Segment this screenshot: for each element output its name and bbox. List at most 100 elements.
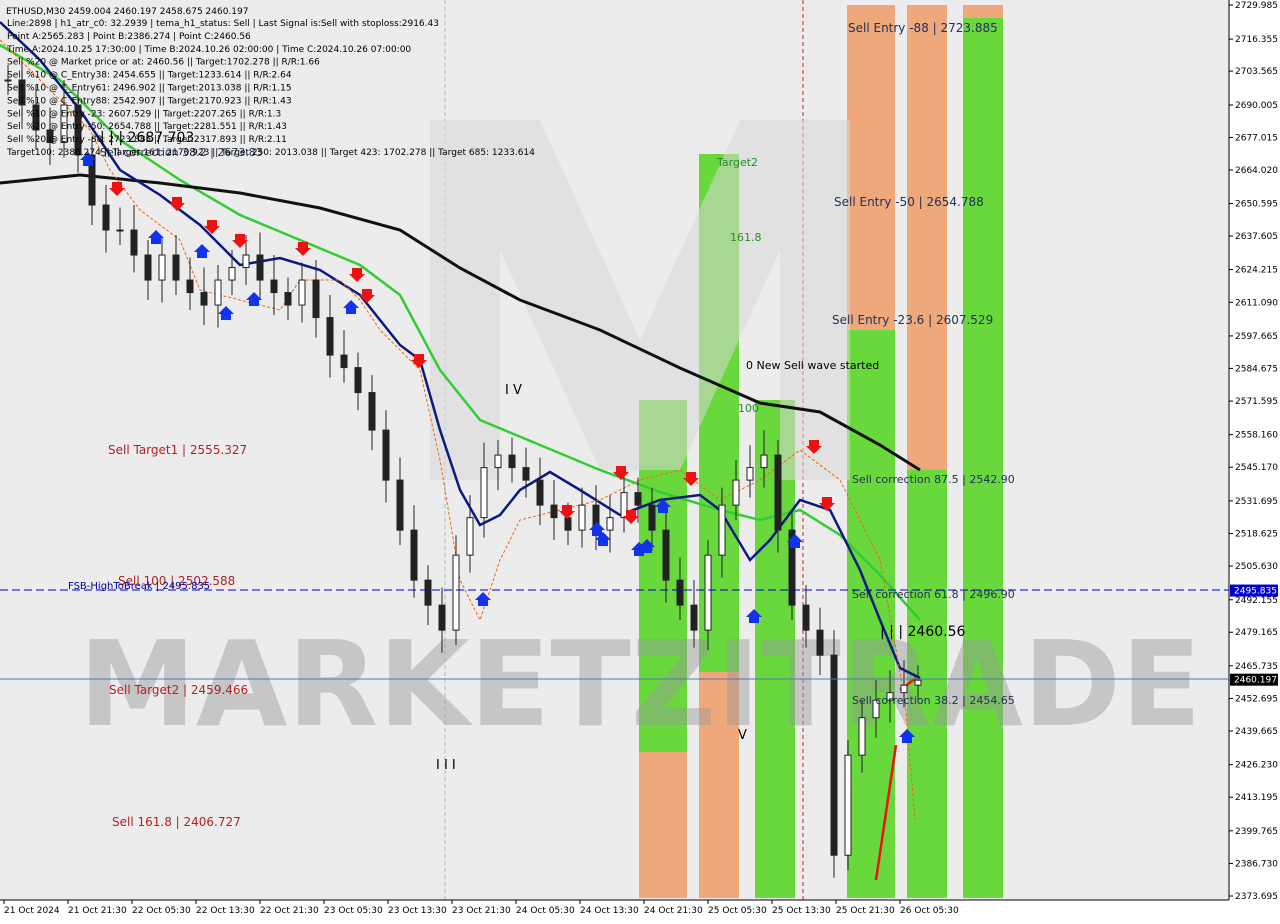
candle-body bbox=[914, 679, 922, 686]
candle-body bbox=[284, 292, 292, 306]
time-tick-label: 21 Oct 2024 bbox=[4, 906, 60, 916]
candle-body bbox=[256, 254, 264, 281]
zone-green-4 bbox=[847, 330, 895, 898]
price-chart[interactable]: MARKETZITRADE Sell Target1 | 2555.327Sel… bbox=[0, 0, 1280, 920]
price-tick-label: 2531.695 bbox=[1235, 497, 1278, 507]
candle-body bbox=[116, 229, 124, 232]
price-tick-label: 2413.195 bbox=[1235, 793, 1278, 803]
candle-body bbox=[228, 267, 236, 281]
price-tick-label: 2505.630 bbox=[1235, 562, 1278, 572]
zone-orange-top-3 bbox=[963, 5, 1003, 18]
price-tick-label: 2690.005 bbox=[1235, 101, 1278, 111]
sell-target2-label: Sell Target2 | 2459.466 bbox=[109, 683, 248, 697]
candle-body bbox=[424, 579, 432, 606]
time-tick-label: 26 Oct 05:30 bbox=[900, 906, 959, 916]
time-tick-label: 25 Oct 21:30 bbox=[836, 906, 895, 916]
info-line: Point A:2565.283 | Point B:2386.274 | Po… bbox=[7, 32, 251, 42]
candle-body bbox=[466, 517, 474, 556]
candle-body bbox=[606, 517, 614, 531]
target2-label: Target2 bbox=[716, 156, 758, 169]
time-tick-label: 23 Oct 21:30 bbox=[452, 906, 511, 916]
target-1618-label: 161.8 bbox=[730, 231, 762, 244]
price-tick-label: 2386.730 bbox=[1235, 859, 1278, 869]
candle-body bbox=[634, 492, 642, 506]
candle-body bbox=[746, 467, 754, 481]
candle-body bbox=[382, 429, 390, 481]
candle-body bbox=[550, 504, 558, 519]
candle-body bbox=[844, 754, 852, 856]
time-tick-label: 21 Oct 21:30 bbox=[68, 906, 127, 916]
info-line: Line:2898 | h1_atr_c0: 32.2939 | tema_h1… bbox=[7, 19, 439, 29]
price-tick-label: 2637.605 bbox=[1235, 232, 1278, 242]
correction-618-label: Sell correction 61.8 | 2496.90 bbox=[852, 588, 1015, 601]
info-line: Sell %10 @ C_Entry88: 2542.907 || Target… bbox=[7, 96, 292, 106]
candle-body bbox=[704, 554, 712, 631]
info-line: Target100: 2386.274 || Target 161: 2170.… bbox=[6, 148, 535, 158]
sell-entry-88-label: Sell Entry -88 | 2723.885 bbox=[848, 21, 998, 35]
price-tick-label: 2729.985 bbox=[1235, 1, 1278, 11]
sell1618-label: Sell 161.8 | 2406.727 bbox=[112, 815, 241, 829]
candle-body bbox=[312, 279, 320, 319]
time-tick-label: 25 Oct 13:30 bbox=[772, 906, 831, 916]
zone-green-6 bbox=[963, 18, 1003, 898]
candle-body bbox=[452, 554, 460, 631]
candle-body bbox=[102, 204, 110, 231]
price-tick-label: 2465.735 bbox=[1235, 662, 1278, 672]
time-tick-label: 24 Oct 21:30 bbox=[644, 906, 703, 916]
candle-body bbox=[158, 254, 166, 281]
candle-body bbox=[802, 604, 810, 631]
time-tick-label: 24 Oct 05:30 bbox=[516, 906, 575, 916]
time-tick-label: 23 Oct 13:30 bbox=[388, 906, 447, 916]
candle-body bbox=[662, 529, 670, 581]
correction-382-label: Sell correction 38.2 | 2454.65 bbox=[852, 694, 1015, 707]
candle-body bbox=[522, 467, 530, 481]
info-line: Sell %20 @ Entry -88: 2723.885 || Target… bbox=[7, 135, 287, 145]
symbol-line: ETHUSD,M30 2459.004 2460.197 2458.675 24… bbox=[6, 7, 248, 17]
candle-body bbox=[354, 367, 362, 394]
zone-orange-top-1 bbox=[847, 5, 895, 330]
price-badge-label: 2460.197 bbox=[1234, 676, 1277, 686]
price-tick-label: 2545.170 bbox=[1235, 463, 1278, 473]
candle-body bbox=[480, 467, 488, 519]
candle-body bbox=[648, 504, 656, 531]
candle-body bbox=[130, 229, 138, 256]
new-wave-label: 0 New Sell wave started bbox=[746, 359, 879, 372]
sell-entry-23-label: Sell Entry -23.6 | 2607.529 bbox=[832, 313, 993, 327]
candle-body bbox=[340, 354, 348, 369]
price-tick-label: 2558.160 bbox=[1235, 431, 1278, 441]
price-tick-label: 2518.625 bbox=[1235, 530, 1278, 540]
wave-iii-label: I I I bbox=[436, 758, 456, 773]
candle-body bbox=[270, 279, 278, 294]
candle-body bbox=[242, 254, 250, 269]
price-tick-label: 2611.090 bbox=[1235, 298, 1278, 308]
price-tick-label: 2677.015 bbox=[1235, 133, 1278, 143]
info-line: Sell %20 @ Market price or at: 2460.56 |… bbox=[7, 58, 320, 68]
candle-body bbox=[214, 279, 222, 306]
price-tick-label: 2426.230 bbox=[1235, 761, 1278, 771]
price-tick-label: 2650.595 bbox=[1235, 200, 1278, 210]
wave-v-label: V bbox=[738, 728, 747, 743]
candle-body bbox=[760, 454, 768, 469]
candle-body bbox=[144, 254, 152, 281]
time-tick-label: 23 Oct 05:30 bbox=[324, 906, 383, 916]
candle-body bbox=[718, 504, 726, 556]
info-line: Sell %10 @ C_Entry38: 2454.655 || Target… bbox=[7, 71, 292, 81]
info-line: Time A:2024.10.25 17:30:00 | Time B:2024… bbox=[6, 45, 411, 55]
candle-body bbox=[564, 517, 572, 531]
candle-body bbox=[298, 279, 306, 306]
candle-body bbox=[690, 604, 698, 631]
point-c-label: | | | 2460.56 bbox=[880, 624, 965, 640]
price-axis: 2729.985 2716.355 2703.565 2690.005 2677.015… bbox=[1228, 0, 1280, 920]
candle-body bbox=[410, 529, 418, 581]
candle-body bbox=[536, 479, 544, 506]
info-line: Sell %10 @ Entry -23: 2607.529 || Target… bbox=[7, 109, 281, 119]
zone-orange-top-2 bbox=[907, 5, 947, 470]
time-tick-label: 22 Oct 13:30 bbox=[196, 906, 255, 916]
price-tick-label: 2399.765 bbox=[1235, 827, 1278, 837]
time-axis-bg bbox=[0, 900, 1280, 920]
candle-body bbox=[508, 454, 516, 469]
candle-body bbox=[900, 684, 908, 694]
price-tick-label: 2479.165 bbox=[1235, 628, 1278, 638]
price-badge-label: 2495.835 bbox=[1234, 587, 1277, 597]
fsb-label: FSB-HighToBreak | 2495.835 bbox=[68, 581, 210, 592]
